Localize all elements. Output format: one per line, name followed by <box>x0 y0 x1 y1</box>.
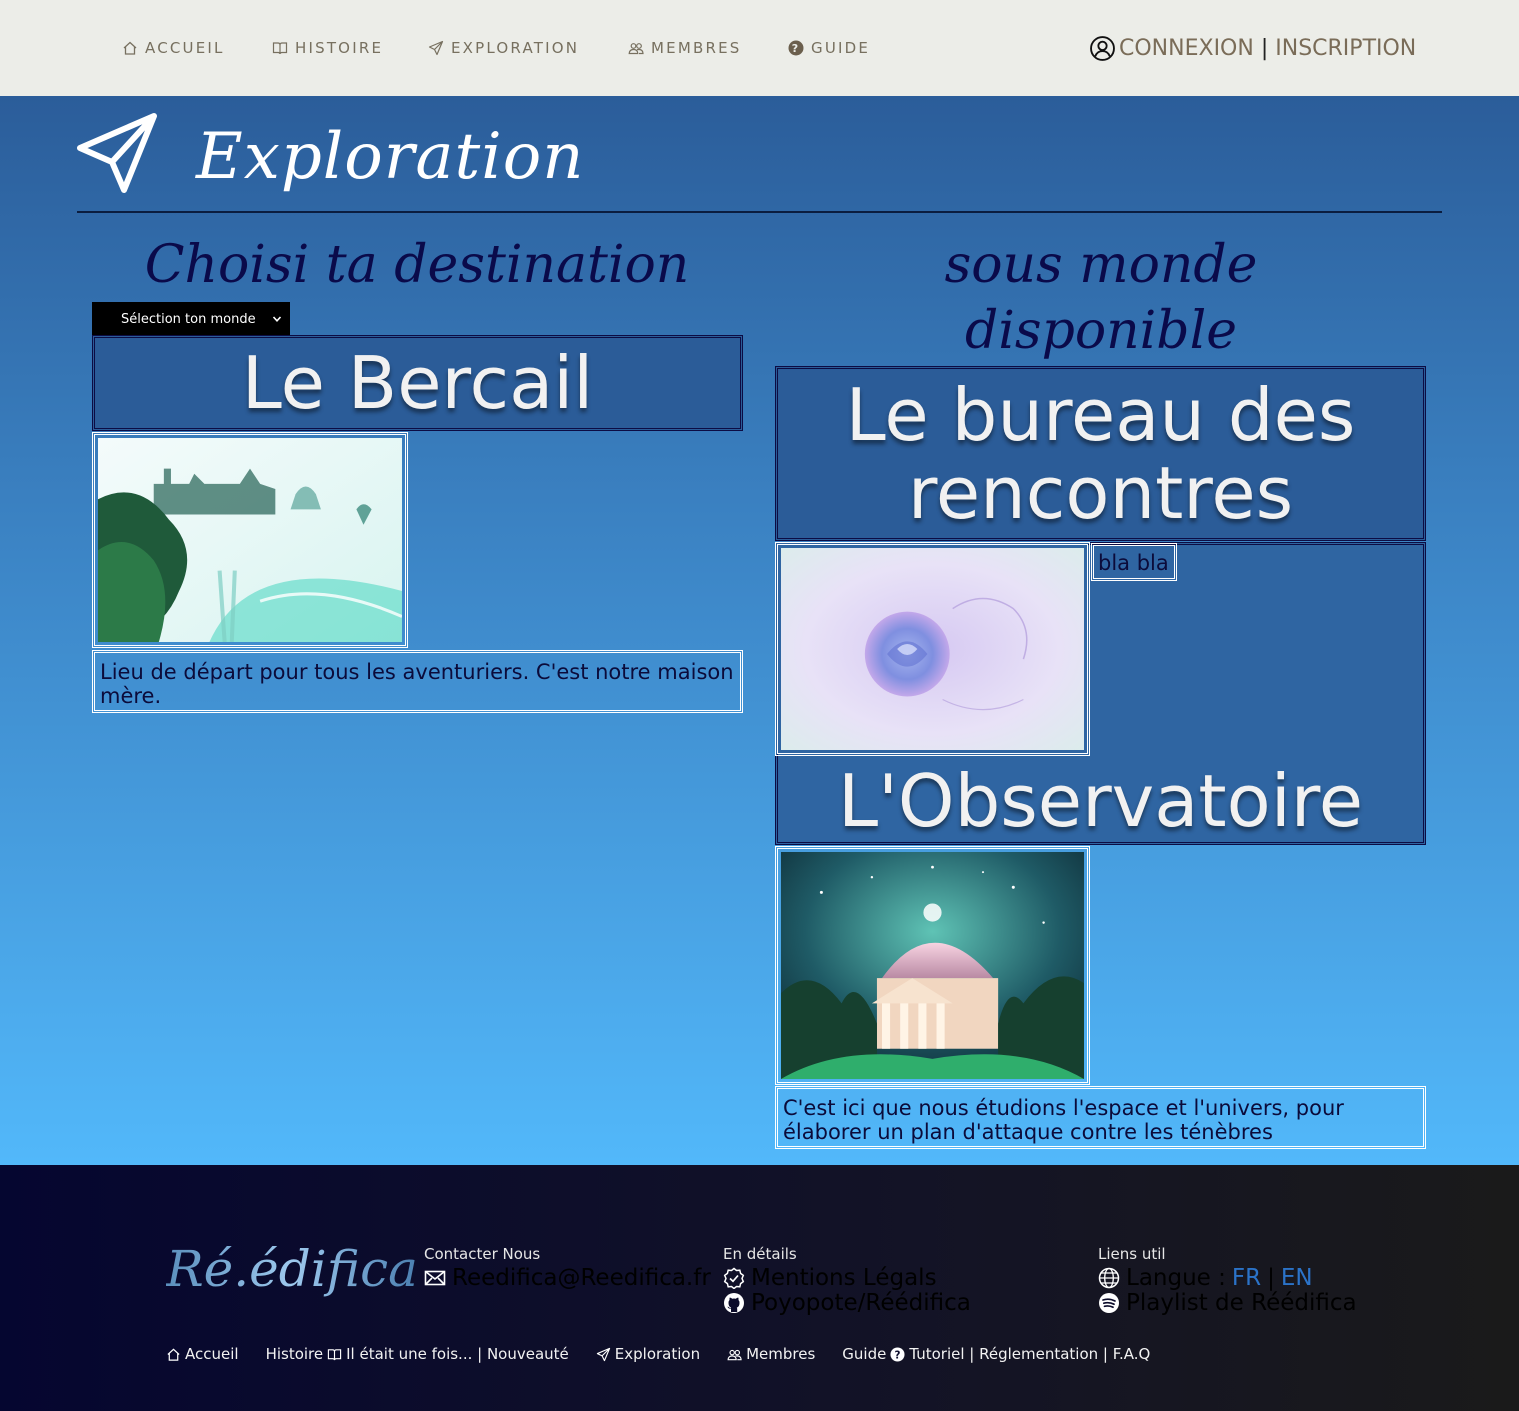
envelope-icon <box>424 1270 446 1285</box>
world-desc-observatoire: C'est ici que nous étudions l'espace et … <box>775 1086 1426 1149</box>
footer-link-guide-sub[interactable]: Tutoriel | Réglementation | F.A.Q <box>909 1345 1150 1363</box>
right-heading-line1: sous monde <box>944 235 1258 295</box>
footer-link-exploration[interactable]: Exploration <box>615 1345 700 1363</box>
nav-histoire[interactable]: HISTOIRE <box>272 38 383 58</box>
footer-link-histoire-sub[interactable]: Il était une fois... | Nouveauté <box>346 1345 569 1363</box>
footer-contact: Contacter Nous Reedifica@Reedifica.fr <box>424 1245 711 1291</box>
footer-email-link[interactable]: Reedifica@Reedifica.fr <box>424 1264 711 1291</box>
globe-icon <box>1098 1267 1120 1288</box>
paper-plane-icon <box>77 113 157 193</box>
chevron-down-icon <box>272 316 282 322</box>
footer-logo: Ré.édifica <box>166 1240 418 1298</box>
lang-fr-link[interactable]: FR <box>1232 1265 1261 1291</box>
footer-language-label: Langue : <box>1126 1264 1226 1291</box>
paper-plane-icon <box>596 1347 610 1361</box>
title-divider <box>77 211 1442 213</box>
auth-separator: | <box>1260 35 1269 61</box>
world-desc-bureau: bla bla <box>1091 543 1177 581</box>
home-icon <box>123 41 137 55</box>
footer-link-accueil[interactable]: Accueil <box>185 1345 239 1363</box>
users-icon <box>628 43 644 55</box>
footer-contact-title: Contacter Nous <box>424 1245 541 1263</box>
nav-exploration-label: EXPLORATION <box>451 39 580 57</box>
footer-details-title: En détails <box>723 1245 797 1263</box>
login-link[interactable]: CONNEXION <box>1119 36 1254 61</box>
nav-membres[interactable]: MEMBRES <box>628 38 741 58</box>
footer-email: Reedifica@Reedifica.fr <box>452 1264 711 1291</box>
spotify-icon <box>1099 1292 1119 1313</box>
left-heading: Choisi ta destination <box>144 235 690 295</box>
lang-separator: | <box>1267 1264 1275 1291</box>
world-title-observatoire: L'Observatoire <box>775 757 1426 845</box>
world-desc-bercail: Lieu de départ pour tous les aventuriers… <box>92 650 743 713</box>
world-title-bureau: Le bureau des rencontres <box>775 366 1426 541</box>
home-icon <box>167 1348 180 1361</box>
top-navigation: ACCUEIL HISTOIRE EXPLORATION MEMBRES ? G… <box>0 0 1519 96</box>
register-link[interactable]: INSCRIPTION <box>1275 36 1416 61</box>
nav-guide-label: GUIDE <box>811 39 871 57</box>
world-name-bercail: Le Bercail <box>241 341 594 425</box>
footer-legal-link[interactable]: Mentions Légals <box>723 1264 971 1291</box>
rose-image <box>781 548 1084 750</box>
world-name-bureau-line2: rencontres <box>907 450 1294 535</box>
nav-membres-label: MEMBRES <box>651 39 742 57</box>
footer-legal: Mentions Légals <box>751 1264 937 1291</box>
world-title-bercail: Le Bercail <box>92 335 743 431</box>
right-heading-line2: disponible <box>964 301 1237 361</box>
footer-github: Poyopote/Réédifica <box>751 1289 971 1316</box>
nav-guide[interactable]: ? GUIDE <box>788 38 870 58</box>
paper-plane-icon <box>428 40 444 56</box>
page-title: Exploration <box>196 120 585 194</box>
nav-histoire-label: HISTOIRE <box>295 39 384 57</box>
nav-accueil[interactable]: ACCUEIL <box>122 38 225 58</box>
footer-details: En détails Mentions Légals Poyopote/Rééd… <box>723 1245 971 1316</box>
observatory-image <box>781 852 1084 1079</box>
footer-sitemap: Accueil Histoire Il était une fois... | … <box>166 1344 1177 1364</box>
footer-github-link[interactable]: Poyopote/Réédifica <box>723 1289 971 1316</box>
book-icon <box>327 1348 342 1360</box>
auth-links: CONNEXION | INSCRIPTION <box>1090 33 1416 63</box>
castle-landscape-image <box>98 438 403 643</box>
lang-en-link[interactable]: EN <box>1281 1265 1313 1291</box>
world-select-value: Sélection ton monde <box>121 311 256 327</box>
nav-exploration[interactable]: EXPLORATION <box>428 38 579 58</box>
nav-accueil-label: ACCUEIL <box>145 39 225 57</box>
world-name-observatoire: L'Observatoire <box>837 759 1364 843</box>
world-image-bureau[interactable] <box>775 542 1090 756</box>
footer-playlist: Playlist de Réédifica <box>1126 1289 1357 1316</box>
footer-link-guide[interactable]: Guide <box>842 1345 886 1363</box>
badge-check-icon <box>723 1267 745 1289</box>
footer-link-histoire[interactable]: Histoire <box>266 1345 324 1363</box>
world-select[interactable]: Sélection ton monde <box>92 302 290 336</box>
question-circle-icon: ? <box>890 1346 905 1362</box>
footer-link-membres[interactable]: Membres <box>746 1345 815 1363</box>
world-image-bercail[interactable] <box>92 432 408 648</box>
footer-playlist-link[interactable]: Playlist de Réédifica <box>1098 1289 1357 1316</box>
svg-text:?: ? <box>792 42 801 55</box>
user-circle-icon <box>1090 35 1115 61</box>
world-image-observatoire[interactable] <box>775 846 1090 1085</box>
world-name-bureau-line1: Le bureau des <box>845 372 1356 457</box>
svg-text:?: ? <box>895 1349 901 1361</box>
footer-language: Langue : FR | EN <box>1098 1264 1357 1291</box>
github-icon <box>724 1292 744 1313</box>
book-icon <box>272 42 288 55</box>
users-icon <box>727 1349 742 1360</box>
footer-links-title: Liens util <box>1098 1245 1166 1263</box>
footer-links: Liens util Langue : FR | EN Playlist de … <box>1098 1245 1357 1316</box>
question-circle-icon: ? <box>788 40 804 56</box>
right-heading: sous monde disponible <box>776 232 1426 364</box>
